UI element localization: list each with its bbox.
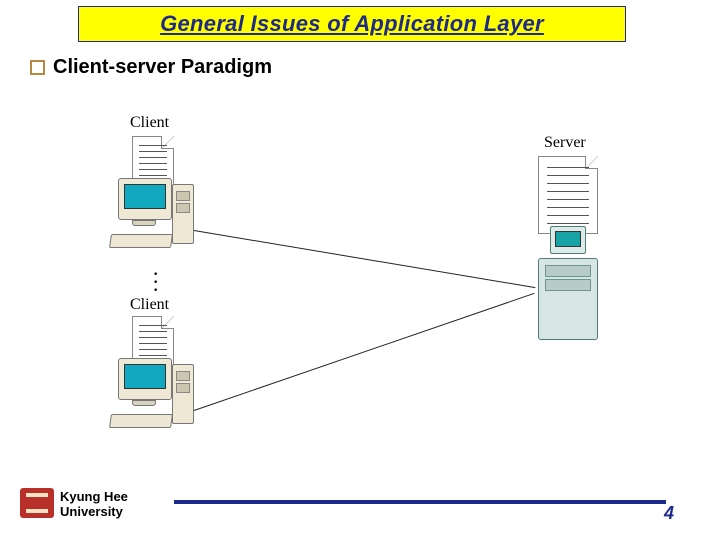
university-name: Kyung Hee University — [60, 490, 128, 520]
monitor-icon — [118, 358, 172, 400]
bullet-icon — [30, 60, 45, 75]
keyboard-icon — [109, 234, 173, 248]
tower-icon — [172, 364, 194, 424]
client-pc-bottom — [110, 358, 196, 438]
university-line1: Kyung Hee — [60, 489, 128, 504]
client-label-top: Client — [130, 114, 169, 132]
client-pc-top — [110, 178, 196, 258]
tower-icon — [172, 184, 194, 244]
client-server-diagram: Client ··· Client Server — [90, 120, 630, 440]
server-label: Server — [544, 134, 586, 152]
ellipsis-icon: ··· — [152, 270, 159, 294]
bullet-row: Client-server Paradigm — [30, 56, 272, 79]
university-line2: University — [60, 504, 123, 519]
keyboard-icon — [109, 414, 173, 428]
footer-rule — [174, 500, 666, 504]
bullet-text: Client-server Paradigm — [53, 56, 272, 79]
link-line-top — [194, 230, 535, 288]
document-icon — [538, 156, 598, 234]
footer: Kyung Hee University 4 — [14, 482, 706, 522]
page-number: 4 — [664, 503, 674, 524]
slide: General Issues of Application Layer Clie… — [0, 0, 720, 540]
server-icon — [538, 244, 598, 340]
monitor-icon — [118, 178, 172, 220]
title-bar: General Issues of Application Layer — [78, 6, 626, 42]
client-label-bottom: Client — [130, 296, 169, 314]
slide-title: General Issues of Application Layer — [160, 11, 544, 37]
link-line-bottom — [194, 293, 535, 411]
university-logo-icon — [20, 488, 54, 518]
